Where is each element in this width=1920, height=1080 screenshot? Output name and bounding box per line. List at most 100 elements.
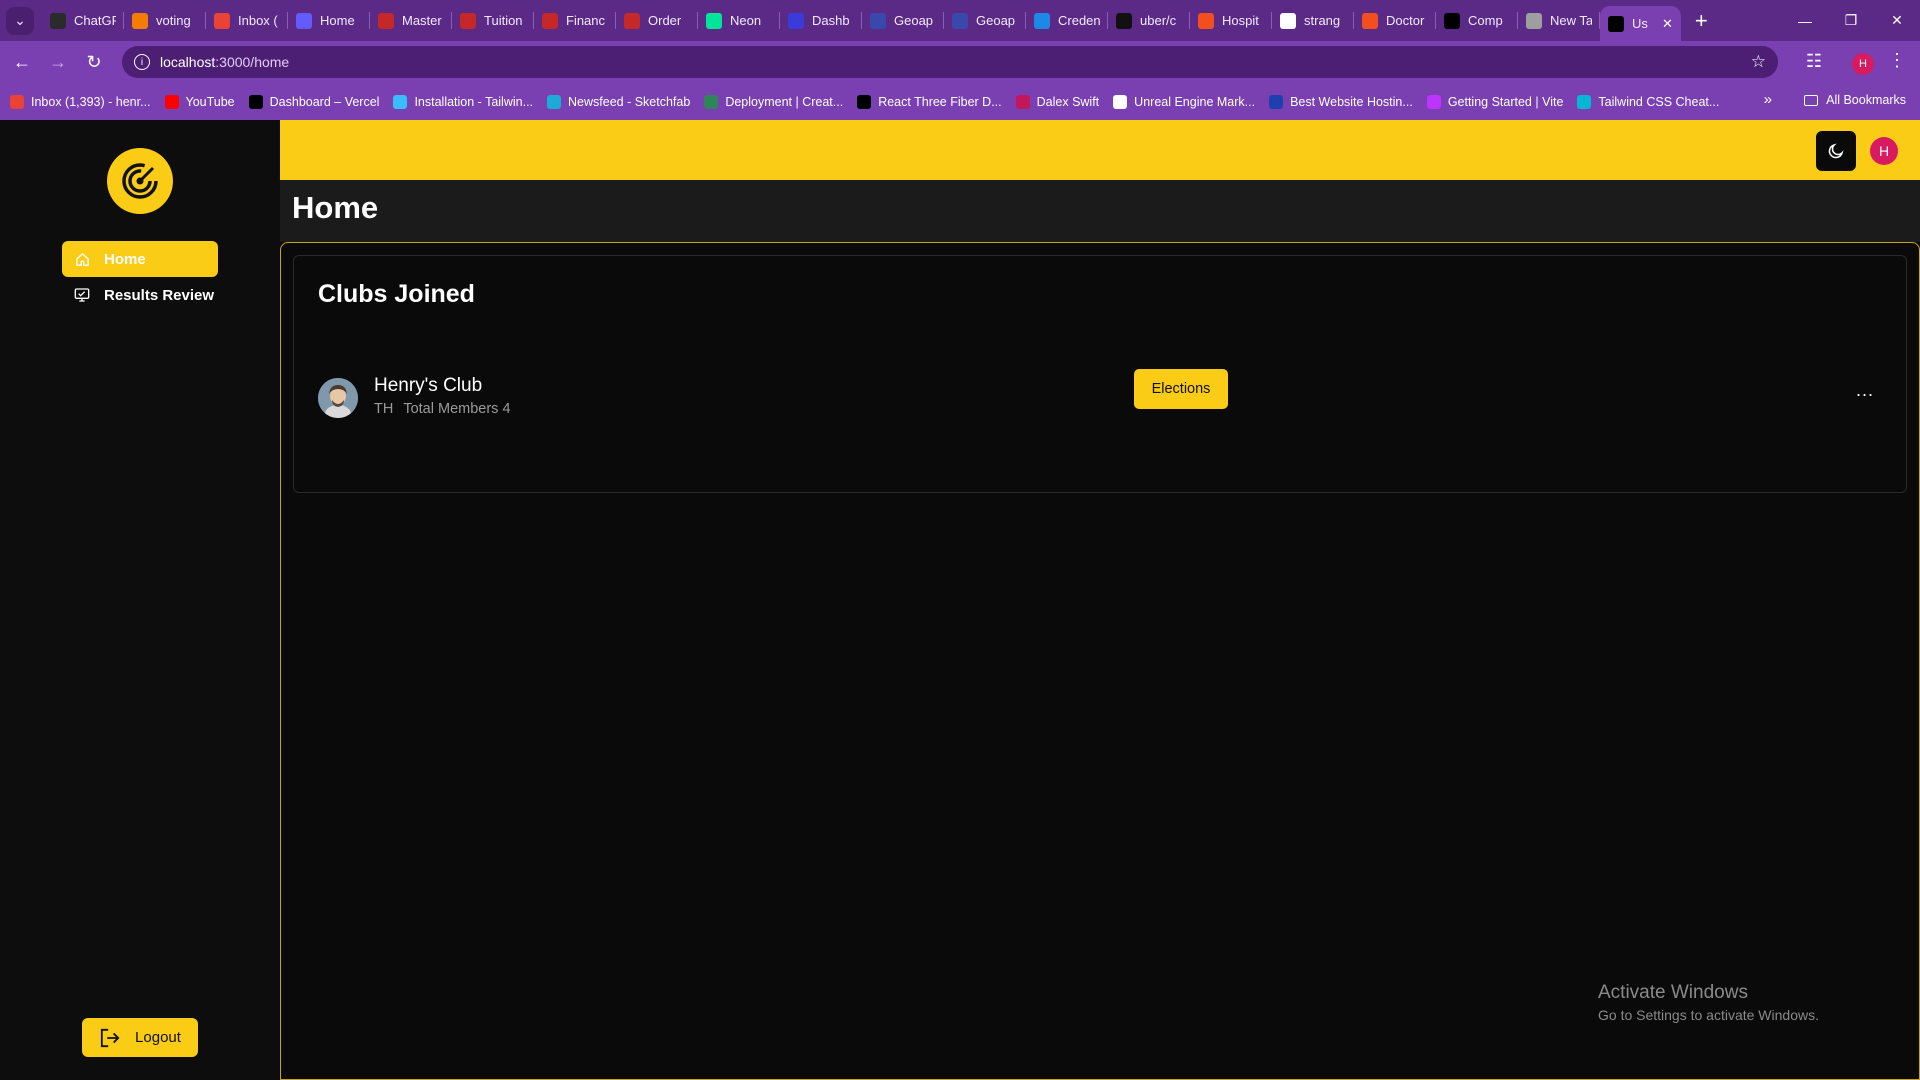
logout-button[interactable]: Logout: [82, 1018, 198, 1057]
main-content: Clubs Joined Henry's Club TH Total Membe…: [280, 242, 1920, 1080]
browser-tab[interactable]: voting: [124, 0, 206, 41]
bookmark-label: Dalex Swift: [1036, 94, 1100, 109]
bookmark-favicon-icon: [1269, 94, 1284, 109]
new-tab-button[interactable]: +: [1695, 8, 1708, 34]
tab-title: strang: [1304, 13, 1341, 28]
bookmark-favicon-icon: [1015, 94, 1030, 109]
browser-tab[interactable]: Neon: [698, 0, 780, 41]
clerk-icon: [788, 12, 804, 29]
browser-tab[interactable]: Inbox (: [206, 0, 288, 41]
bookmark-label: Deployment | Creat...: [725, 94, 844, 109]
folder-icon: [1804, 94, 1819, 106]
tab-title: Comp: [1468, 13, 1503, 28]
browser-tab[interactable]: Financ: [534, 0, 616, 41]
watermark-subtitle: Go to Settings to activate Windows.: [1598, 1007, 1819, 1023]
bookmark-label: React Three Fiber D...: [878, 94, 1002, 109]
theme-toggle-button[interactable]: [1816, 131, 1856, 171]
tab-search-button[interactable]: ⌄: [6, 6, 34, 35]
minimize-button[interactable]: —: [1782, 0, 1828, 41]
bookmark-item[interactable]: Getting Started | Vite: [1426, 94, 1564, 109]
mail-icon: [378, 12, 394, 29]
browser-tab[interactable]: Comp: [1436, 0, 1518, 41]
sidebar-item-results-review[interactable]: Results Review: [62, 277, 218, 313]
bookmark-item[interactable]: Installation - Tailwin...: [393, 94, 534, 109]
bookmark-favicon-icon: [1113, 94, 1128, 109]
bookmark-item[interactable]: Best Website Hostin...: [1269, 94, 1413, 109]
tab-title: ChatGPT: [74, 13, 116, 28]
chrome-icon: [1526, 12, 1542, 29]
browser-tab[interactable]: Master: [370, 0, 452, 41]
card-title: Clubs Joined: [318, 280, 475, 308]
bookmark-label: YouTube: [185, 94, 235, 109]
extensions-icon[interactable]: ☷: [1806, 51, 1822, 72]
browser-tab[interactable]: strang: [1272, 0, 1354, 41]
browser-tab[interactable]: Doctor: [1354, 0, 1436, 41]
browser-tab[interactable]: ChatGPT: [42, 0, 124, 41]
elections-button[interactable]: Elections: [1134, 369, 1228, 409]
stripe-icon: [296, 12, 312, 29]
bookmark-favicon-icon: [547, 94, 562, 109]
bookmark-favicon-icon: [393, 94, 408, 109]
bookmark-item[interactable]: React Three Fiber D...: [857, 94, 1002, 109]
vercel-icon: [1608, 15, 1624, 32]
url-path: :3000/home: [215, 54, 290, 70]
bookmark-item[interactable]: Dalex Swift: [1015, 94, 1100, 109]
browser-tab[interactable]: Dashb: [780, 0, 862, 41]
club-avatar[interactable]: [318, 378, 358, 418]
mail-icon: [542, 12, 558, 29]
moon-icon: [1828, 143, 1844, 159]
browser-tab[interactable]: Order: [616, 0, 698, 41]
more-options-button[interactable]: ...: [1856, 380, 1874, 401]
tab-title: Order: [648, 13, 682, 28]
bookmark-item[interactable]: Inbox (1,393) - henr...: [10, 94, 151, 109]
browser-tab[interactable]: Home: [288, 0, 370, 41]
sidebar-item-home[interactable]: Home: [62, 241, 218, 277]
bookmarks-overflow-icon[interactable]: »: [1764, 91, 1772, 108]
restore-button[interactable]: ❐: [1828, 0, 1874, 41]
bookmark-item[interactable]: YouTube: [164, 94, 235, 109]
bookmark-star-icon[interactable]: ☆: [1751, 52, 1766, 72]
browser-tab[interactable]: Creden: [1026, 0, 1108, 41]
sidebar: Home Results Review Logout: [0, 120, 280, 1080]
bookmark-item[interactable]: Newsfeed - Sketchfab: [547, 94, 691, 109]
figma-icon: [1198, 12, 1214, 29]
bookmark-item[interactable]: Deployment | Creat...: [704, 94, 844, 109]
club-meta: TH Total Members 4: [374, 401, 521, 417]
window-controls: — ❐ ✕: [1782, 0, 1920, 41]
tab-title: Dashb: [812, 13, 850, 28]
address-bar[interactable]: i localhost:3000/home ☆: [122, 46, 1778, 78]
bookmark-label: Dashboard – Vercel: [269, 94, 380, 109]
bookmark-item[interactable]: Dashboard – Vercel: [248, 94, 380, 109]
browser-tab[interactable]: Us ✕: [1600, 6, 1681, 41]
close-tab-icon[interactable]: ✕: [1662, 16, 1673, 32]
bookmark-favicon-icon: [10, 94, 24, 109]
browser-tab[interactable]: uber/c: [1108, 0, 1190, 41]
browser-tab[interactable]: Geoap: [944, 0, 1026, 41]
browser-tab[interactable]: Geoap: [862, 0, 944, 41]
reload-button[interactable]: ↻: [76, 44, 112, 80]
bookmark-label: Installation - Tailwin...: [414, 94, 534, 109]
browser-tab[interactable]: Tuition: [452, 0, 534, 41]
user-avatar[interactable]: H: [1870, 137, 1898, 165]
browser-menu-icon[interactable]: ⋮: [1888, 50, 1906, 71]
site-info-icon[interactable]: i: [134, 54, 150, 70]
back-button[interactable]: ←: [4, 44, 40, 80]
browser-tab[interactable]: Hospit: [1190, 0, 1272, 41]
close-window-button[interactable]: ✕: [1874, 0, 1920, 41]
geoapify-icon: [870, 12, 886, 29]
target-logo-icon: [122, 163, 158, 199]
forward-button[interactable]: →: [40, 44, 76, 80]
bookmark-label: Getting Started | Vite: [1447, 94, 1564, 109]
app-logo[interactable]: [107, 148, 173, 214]
bookmark-label: Newsfeed - Sketchfab: [568, 94, 691, 109]
club-name[interactable]: Henry's Club: [374, 375, 482, 397]
bookmark-item[interactable]: Tailwind CSS Cheat...: [1577, 94, 1719, 109]
bookmark-favicon-icon: [857, 94, 872, 109]
bookmark-item[interactable]: Unreal Engine Mark...: [1113, 94, 1255, 109]
clubs-card: Clubs Joined Henry's Club TH Total Membe…: [293, 255, 1907, 493]
tab-title: Master: [402, 13, 442, 28]
all-bookmarks-button[interactable]: All Bookmarks: [1804, 93, 1906, 107]
browser-tab[interactable]: New Ta: [1518, 0, 1600, 41]
browser-profile-avatar[interactable]: H: [1852, 53, 1874, 75]
mail-icon: [624, 12, 640, 29]
